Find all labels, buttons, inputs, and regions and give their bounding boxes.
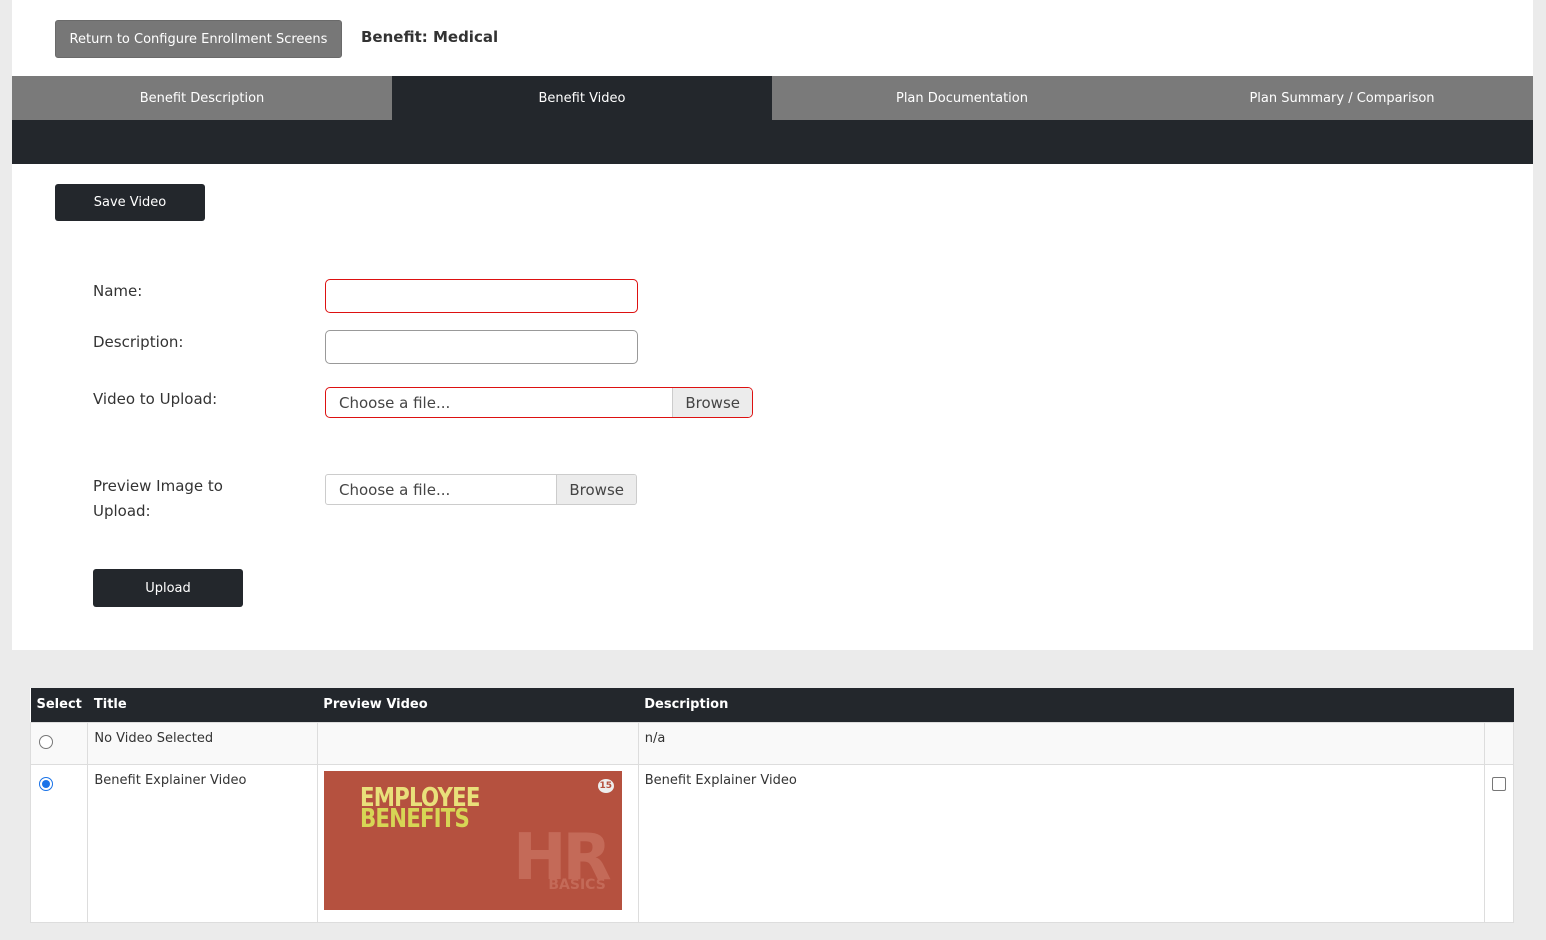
sub-bar: [12, 120, 1533, 164]
thumbnail-badge: 15: [597, 778, 614, 793]
video-upload-label: Video to Upload:: [93, 390, 218, 408]
main-panel: Return to Configure Enrollment Screens B…: [12, 0, 1533, 650]
header-extra: [1484, 688, 1514, 722]
header-preview-video: Preview Video: [317, 688, 639, 722]
tab-plan-summary-comparison[interactable]: Plan Summary / Comparison: [1152, 76, 1532, 120]
video-file-placeholder[interactable]: Choose a file...: [326, 388, 672, 417]
select-cell: [29, 763, 89, 923]
preview-cell: EMPLOYEE BENEFITS 15 HR BASICS: [316, 763, 639, 923]
title-cell: No Video Selected: [87, 721, 318, 765]
name-label: Name:: [93, 282, 143, 300]
table-row: No Video Selected n/a: [29, 721, 1515, 765]
thumbnail-logo-sub: BASICS: [548, 876, 606, 893]
preview-cell: [316, 721, 639, 765]
preview-image-file-picker[interactable]: Choose a file... Browse: [325, 474, 637, 505]
header-select: Select: [30, 688, 88, 722]
tab-benefit-description[interactable]: Benefit Description: [12, 76, 392, 120]
video-thumbnail[interactable]: EMPLOYEE BENEFITS 15 HR BASICS: [323, 770, 622, 910]
save-video-button[interactable]: Save Video: [55, 184, 205, 221]
row-checkbox[interactable]: [1491, 776, 1506, 791]
video-table: Select Title Preview Video Description N…: [29, 688, 1515, 923]
tab-benefit-video[interactable]: Benefit Video: [392, 76, 772, 120]
upload-button[interactable]: Upload: [93, 569, 243, 607]
name-input[interactable]: [325, 279, 638, 313]
select-cell: [29, 721, 89, 765]
extra-cell: [1483, 721, 1515, 765]
description-label: Description:: [93, 333, 184, 351]
description-cell: n/a: [637, 721, 1485, 765]
video-file-picker[interactable]: Choose a file... Browse: [325, 387, 753, 418]
table-row: Benefit Explainer Video EMPLOYEE BENEFIT…: [29, 763, 1515, 923]
preview-image-label: Preview Image to Upload:: [93, 477, 223, 520]
tab-bar: Benefit Description Benefit Video Plan D…: [12, 76, 1533, 120]
video-browse-button[interactable]: Browse: [672, 388, 752, 417]
select-radio-benefit-explainer[interactable]: [39, 776, 53, 791]
header-description: Description: [638, 688, 1485, 722]
description-cell: Benefit Explainer Video: [637, 763, 1485, 923]
description-input[interactable]: [325, 330, 638, 364]
benefit-title: Benefit: Medical: [361, 28, 499, 46]
preview-browse-button[interactable]: Browse: [556, 475, 636, 504]
thumbnail-line-2: BENEFITS: [359, 803, 470, 834]
title-cell: Benefit Explainer Video: [87, 763, 318, 923]
select-radio-no-video[interactable]: [39, 734, 53, 749]
return-to-configure-button[interactable]: Return to Configure Enrollment Screens: [55, 20, 342, 58]
header-title: Title: [87, 688, 318, 722]
tab-plan-documentation[interactable]: Plan Documentation: [772, 76, 1152, 120]
table-header-row: Select Title Preview Video Description: [30, 688, 1514, 722]
extra-cell: [1483, 763, 1515, 923]
preview-file-placeholder[interactable]: Choose a file...: [326, 475, 556, 504]
